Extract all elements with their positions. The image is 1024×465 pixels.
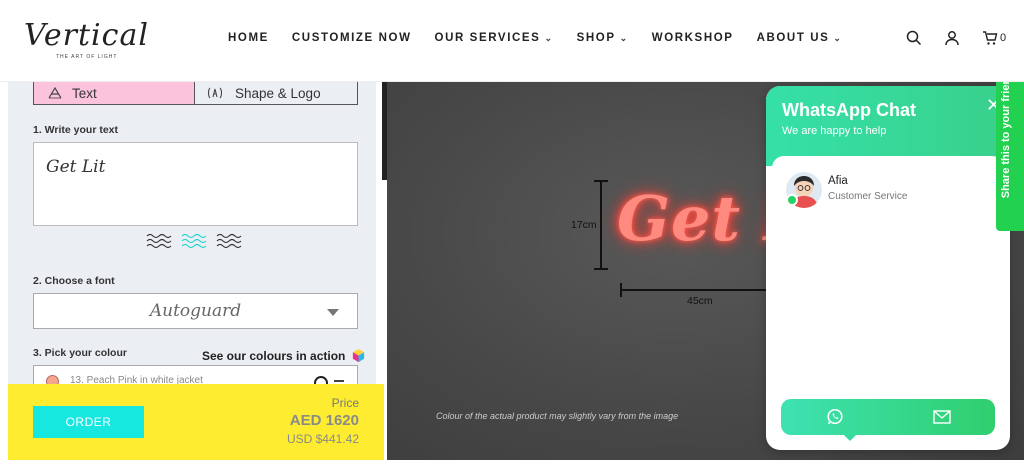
height-dimension-cap [594,180,608,182]
user-icon[interactable] [944,30,960,46]
step2-label: 2. Choose a font [33,275,115,287]
whatsapp-header: WhatsApp Chat We are happy to help ✕ [766,86,1010,166]
mail-icon [932,410,951,424]
tab-text[interactable]: Text [33,82,195,105]
nav-item-customize-now[interactable]: CUSTOMIZE NOW [292,32,412,44]
whatsapp-online-badge [786,194,798,206]
nav-item-workshop[interactable]: WORKSHOP [652,32,734,44]
nav-item-our-services[interactable]: OUR SERVICES ⌄ [435,32,554,44]
nav-item-shop[interactable]: SHOP ⌄ [577,32,629,44]
wave-style-3-icon[interactable] [216,232,242,250]
nav-label: ABOUT US [756,32,830,44]
text-effect-options [146,232,242,250]
tab-label: Shape & Logo [235,85,321,101]
logo-wordmark: Vertical [24,18,149,53]
active-tab-pointer [844,435,856,441]
cart-icon [983,31,998,45]
mode-tabs: Text Shape & Logo [33,82,358,105]
height-dimension-line [600,180,602,270]
font-select-value: Autoguard [149,301,242,321]
step3-label: 3. Pick your colour [33,347,127,359]
price-usd: USD $441.42 [286,432,359,446]
share-tab-label: Share this to your friends [1000,65,1012,199]
minus-icon [334,380,344,382]
logo-shape-icon [207,87,223,99]
color-cube-icon [353,348,365,363]
order-bar: ORDER Price AED 1620 USD $441.42 [8,384,384,465]
page-bottom-edge [0,460,1024,465]
main-menu: HOME CUSTOMIZE NOW OUR SERVICES ⌄ SHOP ⌄ W… [228,32,843,44]
whatsapp-chat-button[interactable] [781,399,888,435]
width-dimension-cap [620,283,622,297]
wave-style-1-icon[interactable] [146,232,172,250]
font-select[interactable]: Autoguard [33,293,358,329]
chevron-down-icon: ⌄ [544,32,554,43]
height-label: 17cm [571,219,597,231]
sign-text-input[interactable]: Get Lit [33,142,358,226]
whatsapp-icon [826,408,843,425]
height-dimension-cap [594,268,608,270]
width-label: 45cm [687,295,713,307]
colours-in-action-link[interactable]: See our colours in action [202,348,366,363]
tab-label: Text [72,85,97,101]
nav-item-about-us[interactable]: ABOUT US ⌄ [757,32,843,44]
whatsapp-agent-card[interactable]: Afia Customer Service [772,156,1004,396]
order-button[interactable]: ORDER [33,406,144,438]
agent-role: Customer Service [828,191,908,202]
cart-button[interactable]: 0 [982,30,1006,46]
nav-label: WORKSHOP [651,32,734,44]
site-header: Vertical THE ART OF LIGHT HOME CUSTOMIZE… [0,0,1024,82]
nav-item-home[interactable]: HOME [228,32,269,44]
price-aed: AED 1620 [289,412,359,429]
brand-logo[interactable]: Vertical THE ART OF LIGHT [24,18,148,62]
sign-builder-panel: Text Shape & Logo 1. Write your text Get… [0,82,385,465]
price-label: Price [331,396,359,410]
whatsapp-action-bar [781,399,995,441]
nav-label: SHOP [576,32,616,44]
agent-name: Afia [828,175,848,187]
whatsapp-subtitle: We are happy to help [782,125,887,137]
chevron-down-icon: ⌄ [833,32,843,43]
caret-down-icon [327,309,339,316]
nav-label: HOME [228,32,269,44]
colour-disclaimer: Colour of the actual product may slightl… [436,411,679,421]
tab-shape-logo[interactable]: Shape & Logo [195,82,358,105]
text-style-icon [48,87,62,99]
nav-label: CUSTOMIZE NOW [291,32,412,44]
whatsapp-chat-widget: WhatsApp Chat We are happy to help ✕ Afi… [766,86,1010,450]
nav-label: OUR SERVICES [434,32,541,44]
wave-style-2-icon[interactable] [181,232,207,250]
search-icon[interactable] [906,30,922,46]
step1-label: 1. Write your text [33,124,118,136]
chevron-down-icon: ⌄ [619,32,629,43]
whatsapp-title: WhatsApp Chat [782,100,916,120]
email-button[interactable] [888,399,995,435]
logo-tagline: THE ART OF LIGHT [56,54,118,60]
builder-form: Text Shape & Logo 1. Write your text Get… [8,82,376,385]
width-dimension-line [620,289,780,291]
header-actions: 0 [906,30,1006,46]
cart-count: 0 [1000,32,1007,44]
colour-select[interactable]: 13. Peach Pink in white jacket [33,365,358,385]
colours-link-label: See our colours in action [202,348,346,363]
